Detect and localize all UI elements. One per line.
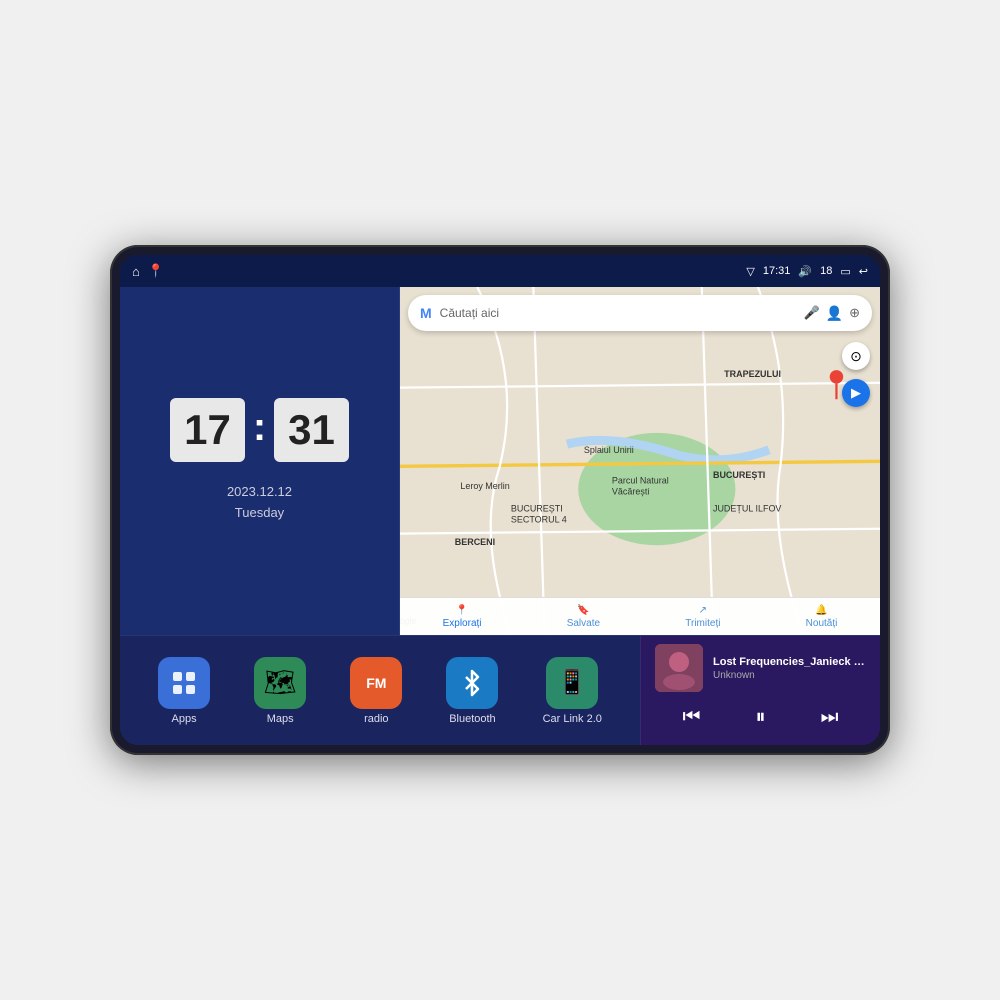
- device-screen: ⌂ 📍 ▽ 17:31 🔊 18 ▭ ↩ 17 :: [120, 255, 880, 745]
- music-title: Lost Frequencies_Janieck Devy-...: [713, 656, 866, 668]
- status-bar: ⌂ 📍 ▽ 17:31 🔊 18 ▭ ↩: [120, 255, 880, 287]
- explore-icon: 📍: [456, 605, 468, 616]
- svg-text:TRAPEZULUI: TRAPEZULUI: [724, 369, 781, 379]
- map-search-icons: 🎤 👤 ⊕: [803, 305, 860, 322]
- back-icon[interactable]: ↩: [859, 265, 868, 278]
- top-row: 17 : 31 2023.12.12 Tuesday: [120, 287, 880, 635]
- status-right: ▽ 17:31 🔊 18 ▭ ↩: [746, 265, 868, 278]
- svg-text:SECTORUL 4: SECTORUL 4: [511, 515, 567, 525]
- svg-text:BUCUREȘTI: BUCUREȘTI: [511, 504, 563, 514]
- clock-minutes: 31: [274, 398, 349, 462]
- music-artist: Unknown: [713, 670, 866, 681]
- map-tab-saved[interactable]: 🔖 Salvate: [567, 605, 600, 629]
- my-location-button[interactable]: ⊙: [842, 342, 870, 370]
- app-item-bluetooth[interactable]: Bluetooth: [446, 657, 498, 725]
- layers-icon[interactable]: ⊕: [849, 305, 860, 321]
- app-item-carlink[interactable]: 📱 Car Link 2.0: [543, 657, 602, 725]
- map-tab-news[interactable]: 🔔 Noutăți: [806, 605, 838, 629]
- music-thumbnail: [655, 644, 703, 692]
- voice-search-icon[interactable]: 🎤: [803, 305, 819, 321]
- svg-text:Văcărești: Văcărești: [612, 487, 649, 497]
- app-item-radio[interactable]: FM radio: [350, 657, 402, 725]
- svg-text:Splaiul Unirii: Splaiul Unirii: [584, 445, 634, 455]
- navigate-button[interactable]: ▶: [842, 379, 870, 407]
- music-panel: Lost Frequencies_Janieck Devy-... Unknow…: [640, 636, 880, 745]
- apps-icon: [158, 657, 210, 709]
- battery-level: 18: [820, 265, 832, 277]
- clock-hours: 17: [170, 398, 245, 462]
- music-next-button[interactable]: ⏭: [813, 702, 847, 733]
- maps-shortcut-icon[interactable]: 📍: [148, 263, 164, 279]
- maps-logo-icon: M: [420, 305, 432, 321]
- maps-app-label: Maps: [267, 713, 294, 725]
- device-frame: ⌂ 📍 ▽ 17:31 🔊 18 ▭ ↩ 17 :: [110, 245, 890, 755]
- svg-text:Parcul Natural: Parcul Natural: [612, 475, 669, 485]
- map-panel[interactable]: TRAPEZULUI BUCUREȘTI JUDEȚUL ILFOV BERCE…: [400, 287, 880, 635]
- bottom-row: Apps 🗺 Maps FM radio: [120, 635, 880, 745]
- bluetooth-icon: [446, 657, 498, 709]
- status-left: ⌂ 📍: [132, 263, 164, 279]
- date-info: 2023.12.12 Tuesday: [227, 482, 292, 524]
- maps-app-icon: 🗺: [254, 657, 306, 709]
- main-content: 17 : 31 2023.12.12 Tuesday: [120, 287, 880, 745]
- volume-icon: 🔊: [798, 265, 812, 278]
- music-info: Lost Frequencies_Janieck Devy-... Unknow…: [655, 644, 866, 692]
- clock-display: 17 : 31: [170, 398, 349, 462]
- news-icon: 🔔: [815, 605, 827, 616]
- account-icon[interactable]: 👤: [826, 305, 843, 322]
- apps-bar: Apps 🗺 Maps FM radio: [120, 636, 640, 745]
- clock-day: Tuesday: [227, 503, 292, 524]
- app-item-maps[interactable]: 🗺 Maps: [254, 657, 306, 725]
- clock-date: 2023.12.12: [227, 482, 292, 503]
- carlink-label: Car Link 2.0: [543, 713, 602, 725]
- svg-text:BUCUREȘTI: BUCUREȘTI: [713, 470, 765, 480]
- radio-icon: FM: [350, 657, 402, 709]
- apps-label: Apps: [172, 713, 197, 725]
- bluetooth-label: Bluetooth: [449, 713, 495, 725]
- svg-text:Leroy Merlin: Leroy Merlin: [460, 481, 509, 491]
- music-text: Lost Frequencies_Janieck Devy-... Unknow…: [713, 656, 866, 681]
- app-item-apps[interactable]: Apps: [158, 657, 210, 725]
- home-icon[interactable]: ⌂: [132, 264, 140, 279]
- radio-label: radio: [364, 713, 388, 725]
- music-play-button[interactable]: ⏸: [748, 702, 774, 733]
- map-tab-share[interactable]: ↗ Trimiteți: [685, 605, 720, 629]
- saved-icon: 🔖: [577, 605, 589, 616]
- music-controls: ⏮ ⏸ ⏭: [655, 698, 866, 737]
- clock-separator: :: [253, 405, 266, 450]
- map-tab-explore[interactable]: 📍 Explorați: [443, 605, 482, 629]
- share-icon: ↗: [699, 605, 707, 616]
- map-search-bar[interactable]: M Căutați aici 🎤 👤 ⊕: [408, 295, 872, 331]
- battery-icon: ▭: [840, 265, 850, 278]
- status-time: 17:31: [763, 265, 791, 277]
- signal-icon: ▽: [746, 265, 754, 278]
- clock-panel: 17 : 31 2023.12.12 Tuesday: [120, 287, 400, 635]
- svg-text:JUDEȚUL ILFOV: JUDEȚUL ILFOV: [713, 504, 781, 514]
- map-search-text[interactable]: Căutați aici: [440, 306, 796, 320]
- map-bottom-bar: 📍 Explorați 🔖 Salvate ↗ Trimiteți 🔔: [400, 597, 880, 635]
- carlink-icon: 📱: [546, 657, 598, 709]
- svg-text:BERCENI: BERCENI: [455, 537, 495, 547]
- music-prev-button[interactable]: ⏮: [675, 702, 709, 733]
